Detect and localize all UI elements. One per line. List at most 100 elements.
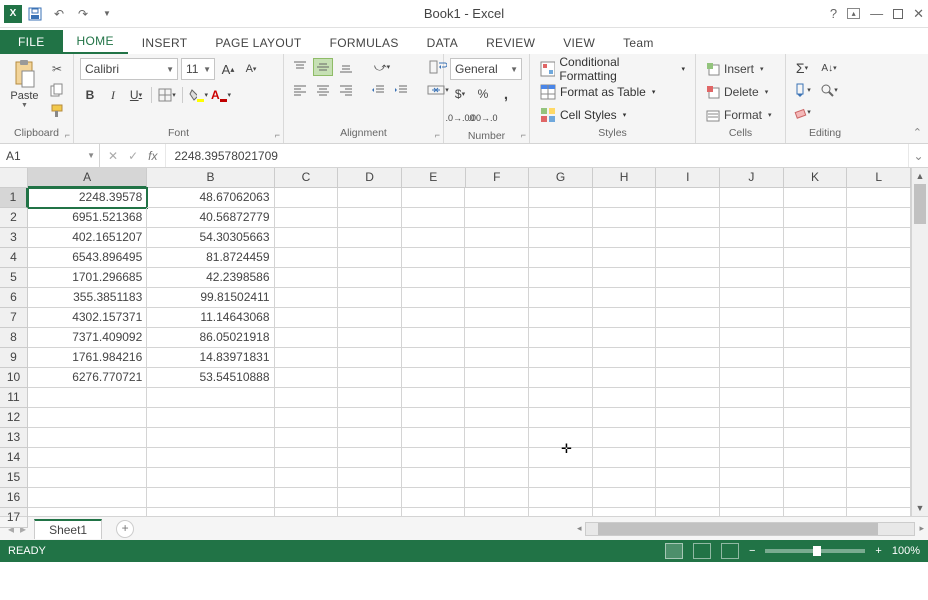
column-header-j[interactable]: J [720,168,784,188]
autosum-icon[interactable]: Σ▾ [792,58,812,78]
cell-L6[interactable] [847,288,911,308]
cell-H17[interactable] [593,508,657,516]
comma-icon[interactable]: , [496,84,516,104]
cell-D8[interactable] [338,328,402,348]
cell-B17[interactable] [147,508,274,516]
vertical-scrollbar[interactable]: ▲ ▼ [911,168,928,516]
horizontal-scrollbar[interactable] [585,522,915,536]
cell-L7[interactable] [847,308,911,328]
column-header-g[interactable]: G [529,168,593,188]
cell-B11[interactable] [147,388,274,408]
cell-L17[interactable] [847,508,911,516]
cell-G9[interactable] [529,348,593,368]
cell-J16[interactable] [720,488,784,508]
cell-E4[interactable] [402,248,466,268]
cell-E6[interactable] [402,288,466,308]
tab-view[interactable]: VIEW [549,31,609,54]
formula-input[interactable]: 2248.39578021709 [166,144,908,167]
cell-D10[interactable] [338,368,402,388]
accounting-icon[interactable]: $▾ [450,84,470,104]
cell-K12[interactable] [784,408,848,428]
cell-K2[interactable] [784,208,848,228]
cell-B7[interactable]: 11.14643068 [147,308,274,328]
cell-F6[interactable] [465,288,529,308]
cell-I8[interactable] [656,328,720,348]
cell-J7[interactable] [720,308,784,328]
cell-J6[interactable] [720,288,784,308]
cell-K4[interactable] [784,248,848,268]
row-header-9[interactable]: 9 [0,348,28,368]
cell-D4[interactable] [338,248,402,268]
cell-G2[interactable] [529,208,593,228]
row-header-11[interactable]: 11 [0,388,28,408]
column-header-f[interactable]: F [466,168,530,188]
number-format-combo[interactable]: General▼ [450,58,522,80]
cell-I15[interactable] [656,468,720,488]
cell-G13[interactable] [529,428,593,448]
cell-H15[interactable] [593,468,657,488]
cell-E17[interactable] [402,508,466,516]
cell-C1[interactable] [275,188,339,208]
cell-H11[interactable] [593,388,657,408]
cell-E14[interactable] [402,448,466,468]
cell-F16[interactable] [465,488,529,508]
cell-E11[interactable] [402,388,466,408]
row-header-5[interactable]: 5 [0,268,28,288]
decrease-font-icon[interactable]: A▾ [241,59,261,79]
cell-B6[interactable]: 99.81502411 [147,288,274,308]
cell-D17[interactable] [338,508,402,516]
align-bottom-icon[interactable] [336,58,356,76]
cell-L16[interactable] [847,488,911,508]
cell-C7[interactable] [275,308,339,328]
tab-page-layout[interactable]: PAGE LAYOUT [201,31,315,54]
tab-formulas[interactable]: FORMULAS [316,31,413,54]
cell-F7[interactable] [465,308,529,328]
increase-decimal-icon[interactable]: .0→.00 [450,108,470,128]
cell-E7[interactable] [402,308,466,328]
cell-G15[interactable] [529,468,593,488]
cell-B9[interactable]: 14.83971831 [147,348,274,368]
cell-J11[interactable] [720,388,784,408]
cell-I4[interactable] [656,248,720,268]
cell-K8[interactable] [784,328,848,348]
cell-G11[interactable] [529,388,593,408]
cell-D1[interactable] [338,188,402,208]
cell-G5[interactable] [529,268,593,288]
cell-I5[interactable] [656,268,720,288]
collapse-ribbon-icon[interactable]: ⌃ [913,126,922,139]
cell-F11[interactable] [465,388,529,408]
cell-I6[interactable] [656,288,720,308]
fill-icon[interactable]: ▾ [792,80,812,100]
format-as-table-button[interactable]: Format as Table▾ [536,81,689,102]
normal-view-icon[interactable] [665,543,683,559]
cell-I7[interactable] [656,308,720,328]
decrease-indent-icon[interactable] [368,81,388,99]
cell-styles-button[interactable]: Cell Styles▾ [536,104,689,125]
cell-B2[interactable]: 40.56872779 [147,208,274,228]
vertical-scroll-thumb[interactable] [914,184,926,224]
tab-file[interactable]: FILE [0,30,63,54]
row-header-1[interactable]: 1 [0,188,28,208]
cancel-formula-icon[interactable]: ✕ [108,149,118,163]
cell-K3[interactable] [784,228,848,248]
cell-J15[interactable] [720,468,784,488]
align-left-icon[interactable] [290,81,310,99]
cell-A14[interactable] [28,448,147,468]
scroll-up-icon[interactable]: ▲ [912,168,928,184]
grid-cells[interactable]: ✛ 2248.3957848.670620636951.52136840.568… [28,188,911,516]
cell-A17[interactable] [28,508,147,516]
cell-L11[interactable] [847,388,911,408]
cell-J10[interactable] [720,368,784,388]
cell-K10[interactable] [784,368,848,388]
row-header-7[interactable]: 7 [0,308,28,328]
cell-B4[interactable]: 81.8724459 [147,248,274,268]
cell-D5[interactable] [338,268,402,288]
cell-H1[interactable] [593,188,657,208]
cell-F1[interactable] [465,188,529,208]
cell-K9[interactable] [784,348,848,368]
tab-team[interactable]: Team [609,31,668,54]
row-header-13[interactable]: 13 [0,428,28,448]
cell-I1[interactable] [656,188,720,208]
cell-B10[interactable]: 53.54510888 [147,368,274,388]
cell-A15[interactable] [28,468,147,488]
